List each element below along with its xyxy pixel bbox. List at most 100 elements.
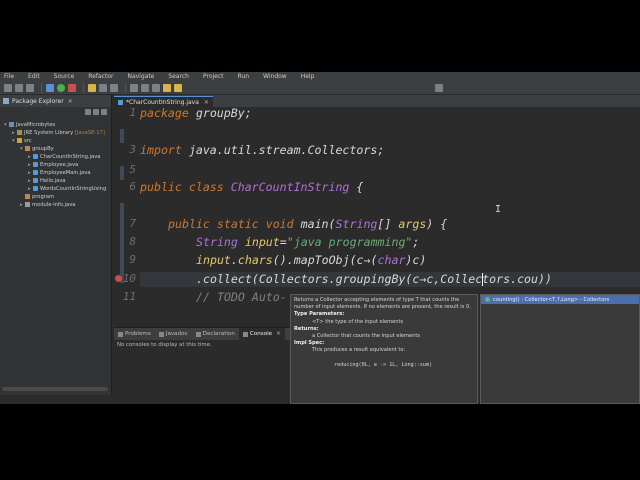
close-icon[interactable]: ✕ bbox=[276, 331, 281, 337]
java-file-icon bbox=[33, 178, 38, 183]
javadoc-heading: Type Parameters: bbox=[294, 311, 345, 318]
mouse-ibeam-cursor: I bbox=[495, 204, 502, 215]
change-marker bbox=[120, 203, 124, 283]
menu-edit[interactable]: Edit bbox=[28, 73, 40, 80]
java-file-icon bbox=[33, 170, 38, 175]
declaration-icon bbox=[195, 331, 201, 337]
tree-item-file[interactable]: ▸ Hello.java bbox=[28, 177, 66, 185]
javadoc-text: This produces a result equivalent to: bbox=[312, 347, 406, 354]
line-number: 10 bbox=[122, 272, 136, 285]
line-number: 11 bbox=[122, 290, 136, 303]
close-icon[interactable]: ✕ bbox=[68, 98, 73, 105]
change-marker bbox=[120, 129, 124, 143]
code-line-9: input.chars().mapToObj(c→(char)c) bbox=[196, 253, 427, 267]
toolbar-divider bbox=[83, 82, 84, 93]
run-icon[interactable] bbox=[57, 83, 65, 92]
code-line-8: String input="java programming"; bbox=[196, 235, 420, 249]
package-explorer-icon bbox=[3, 98, 9, 104]
stop-icon[interactable] bbox=[68, 83, 76, 92]
perspective-icon[interactable] bbox=[435, 83, 443, 92]
prev-annotation-icon[interactable] bbox=[152, 83, 160, 92]
search-icon[interactable] bbox=[130, 83, 138, 92]
close-icon[interactable]: ✕ bbox=[204, 99, 209, 106]
line-number: 8 bbox=[129, 235, 136, 248]
tree-item-jre[interactable]: ▸ JRE System Library [JavaSE-17] bbox=[12, 129, 105, 137]
code-line-1: package groupBy; bbox=[140, 106, 252, 120]
console-message: No consoles to display at this time. bbox=[117, 342, 212, 348]
javadoc-summary: Returns a Collector accepting elements o… bbox=[294, 297, 471, 311]
menu-bar: File Edit Source Refactor Navigate Searc… bbox=[0, 72, 640, 81]
folder-icon bbox=[17, 138, 22, 143]
tab-declaration[interactable]: Declaration bbox=[192, 328, 239, 340]
line-number: 7 bbox=[129, 217, 136, 230]
text-caret bbox=[482, 273, 483, 286]
javadoc-text: a Collector that counts the input elemen… bbox=[312, 333, 420, 340]
line-number: 3 bbox=[129, 143, 136, 156]
javadoc-text: <T> the type of the input elements bbox=[312, 318, 404, 325]
tree-item-src[interactable]: ▾ src bbox=[12, 137, 32, 145]
code-line-11: // TODO Auto- bbox=[196, 290, 287, 304]
toolbar-divider bbox=[41, 82, 42, 93]
collapse-all-icon[interactable] bbox=[85, 109, 91, 115]
code-line-3: import java.util.stream.Collectors; bbox=[140, 143, 385, 157]
javadoc-code: reducing(0L, e -> 1L, Long::sum) bbox=[334, 361, 433, 368]
save-icon[interactable] bbox=[15, 83, 23, 92]
tree-item-package[interactable]: program bbox=[20, 193, 54, 201]
tab-console[interactable]: Console ✕ bbox=[238, 328, 285, 340]
forward-icon[interactable] bbox=[174, 83, 182, 92]
menu-file[interactable]: File bbox=[4, 73, 14, 80]
console-panel: Problems Javadoc Declaration Console ✕ No… bbox=[114, 327, 290, 404]
javadoc-icon bbox=[158, 331, 164, 337]
menu-run[interactable]: Run bbox=[238, 73, 250, 80]
completion-item[interactable]: counting() : Collector<T,?,Long> - Colle… bbox=[481, 295, 639, 304]
debug-icon[interactable] bbox=[46, 83, 54, 92]
save-all-icon[interactable] bbox=[26, 83, 34, 92]
back-icon[interactable] bbox=[163, 83, 171, 92]
new-package-icon[interactable] bbox=[88, 83, 96, 92]
tree-item-file[interactable]: ▸ CharCountInString.java bbox=[28, 153, 100, 161]
project-icon bbox=[9, 122, 14, 127]
code-editor[interactable]: *CharCountInString.java ✕ 1 3 5 6 7 8 9 … bbox=[114, 95, 640, 323]
menu-navigate[interactable]: Navigate bbox=[127, 73, 154, 80]
javadoc-heading: Impl Spec: bbox=[294, 340, 325, 347]
error-marker-icon[interactable] bbox=[115, 275, 122, 282]
code-line-7: public static void main(String[] args) { bbox=[168, 217, 448, 231]
new-class-icon[interactable] bbox=[99, 83, 107, 92]
tree-item-project[interactable]: ▾ JavaMicrobytes bbox=[4, 121, 55, 129]
package-explorer-tab[interactable]: Package Explorer ✕ bbox=[0, 95, 111, 107]
tree-item-package[interactable]: ▾ groupBy bbox=[20, 145, 54, 153]
editor-tab-label: *CharCountInString.java bbox=[126, 98, 199, 106]
open-type-icon[interactable] bbox=[110, 83, 118, 92]
package-icon bbox=[25, 146, 30, 151]
menu-help[interactable]: Help bbox=[301, 73, 315, 80]
javadoc-heading: Returns: bbox=[294, 325, 319, 332]
new-icon[interactable] bbox=[4, 83, 12, 92]
change-marker bbox=[120, 166, 124, 180]
tree-item-file[interactable]: ▸ Employee.java bbox=[28, 161, 78, 169]
tab-problems[interactable]: Problems bbox=[114, 328, 155, 340]
menu-refactor[interactable]: Refactor bbox=[88, 73, 113, 80]
tree-item-file[interactable]: ▸ EmployeeMain.java bbox=[28, 169, 91, 177]
code-area[interactable]: package groupBy; import java.util.stream… bbox=[140, 106, 640, 323]
problems-icon bbox=[118, 331, 123, 337]
menu-window[interactable]: Window bbox=[263, 73, 287, 80]
toolbar-divider bbox=[125, 82, 126, 93]
horizontal-scrollbar[interactable] bbox=[2, 387, 108, 391]
menu-search[interactable]: Search bbox=[168, 73, 189, 80]
code-line-10: .collect(Collectors.groupingBy(c→c,Colle… bbox=[196, 272, 552, 286]
package-explorer: Package Explorer ✕ ▾ JavaMicrobytes ▸ JRE … bbox=[0, 95, 112, 395]
tree-item-file[interactable]: ▸ WordsCountInStringUsing bbox=[28, 185, 106, 193]
java-file-icon bbox=[33, 154, 38, 159]
menu-project[interactable]: Project bbox=[203, 73, 224, 80]
tab-javadoc[interactable]: Javadoc bbox=[155, 328, 192, 340]
java-file-icon bbox=[33, 186, 38, 191]
package-explorer-label: Package Explorer bbox=[12, 97, 64, 105]
content-assist-popup: counting() : Collector<T,?,Long> - Colle… bbox=[480, 294, 640, 404]
view-menu-icon[interactable] bbox=[101, 109, 107, 115]
java-file-icon bbox=[118, 99, 123, 105]
tree-item-file[interactable]: ▸ module-info.java bbox=[20, 201, 75, 209]
menu-source[interactable]: Source bbox=[54, 73, 75, 80]
code-line-6: public class CharCountInString { bbox=[140, 180, 364, 194]
link-editor-icon[interactable] bbox=[93, 109, 99, 115]
next-annotation-icon[interactable] bbox=[141, 83, 149, 92]
